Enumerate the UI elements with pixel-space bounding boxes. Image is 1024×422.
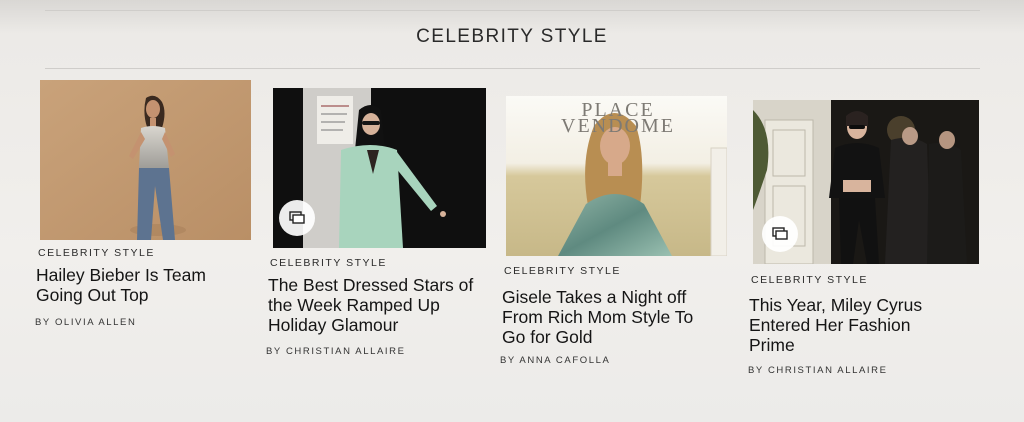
article-headline[interactable]: This Year, Miley Cyrus Entered Her Fashi… [749,295,954,355]
article-kicker[interactable]: CELEBRITY STYLE [751,274,868,286]
gallery-icon [289,211,305,224]
top-divider [45,10,980,11]
article-image[interactable]: PLACE VENDOME [506,96,727,256]
article-byline[interactable]: BY OLIVIA ALLEN [35,317,136,328]
article-kicker[interactable]: CELEBRITY STYLE [504,265,621,277]
section-title: CELEBRITY STYLE [416,26,608,47]
article-byline[interactable]: BY CHRISTIAN ALLAIRE [748,365,888,376]
article-byline[interactable]: BY ANNA CAFOLLA [500,355,610,366]
article-kicker[interactable]: CELEBRITY STYLE [38,247,155,259]
gallery-button[interactable] [279,200,315,236]
article-headline[interactable]: Gisele Takes a Night off From Rich Mom S… [502,287,717,347]
article-kicker[interactable]: CELEBRITY STYLE [270,257,387,269]
gallery-button[interactable] [762,216,798,252]
gallery-icon [772,227,788,240]
section-divider [45,68,980,69]
article-headline[interactable]: Hailey Bieber Is Team Going Out Top [36,265,236,305]
article-byline[interactable]: BY CHRISTIAN ALLAIRE [266,346,406,357]
image-logo-text: PLACE VENDOME [561,99,675,137]
article-image[interactable] [40,80,251,240]
article-image[interactable] [753,100,979,264]
article-image[interactable] [273,88,486,248]
article-headline[interactable]: The Best Dressed Stars of the Week Rampe… [268,275,483,335]
